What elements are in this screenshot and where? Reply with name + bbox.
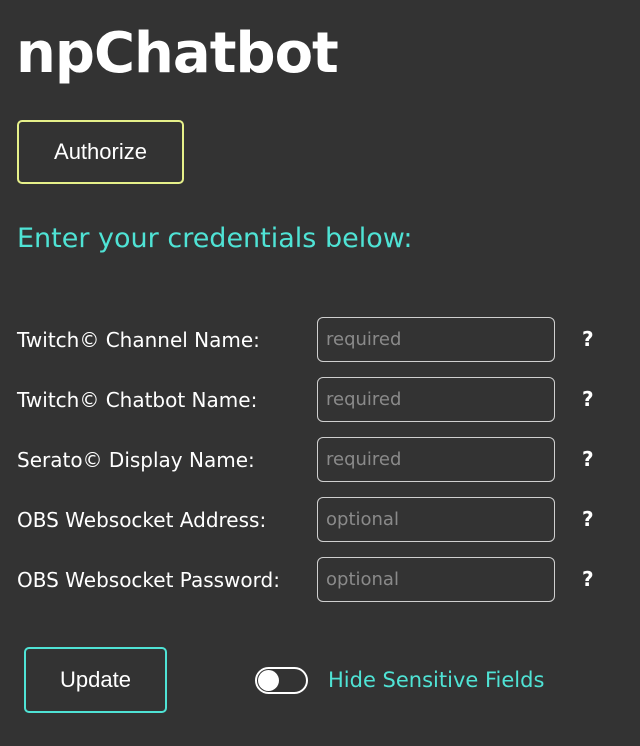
hide-sensitive-fields-toggle[interactable]: [255, 667, 308, 694]
obs-websocket-address-input[interactable]: [317, 497, 555, 542]
update-button[interactable]: Update: [24, 647, 167, 713]
serato-display-name-label: Serato© Display Name:: [17, 448, 255, 472]
twitch-channel-name-label: Twitch© Channel Name:: [17, 328, 260, 352]
obs-websocket-password-help-icon[interactable]: ?: [582, 567, 594, 591]
authorize-button[interactable]: Authorize: [17, 120, 184, 184]
obs-websocket-password-input[interactable]: [317, 557, 555, 602]
twitch-chatbot-name-input[interactable]: [317, 377, 555, 422]
twitch-chatbot-name-help-icon[interactable]: ?: [582, 387, 594, 411]
twitch-channel-name-input[interactable]: [317, 317, 555, 362]
obs-websocket-address-help-icon[interactable]: ?: [582, 507, 594, 531]
serato-display-name-input[interactable]: [317, 437, 555, 482]
toggle-knob: [258, 670, 279, 691]
app-title: npChatbot: [16, 21, 339, 86]
twitch-chatbot-name-label: Twitch© Chatbot Name:: [17, 388, 258, 412]
twitch-channel-name-help-icon[interactable]: ?: [582, 327, 594, 351]
obs-websocket-address-label: OBS Websocket Address:: [17, 508, 267, 532]
credentials-heading: Enter your credentials below:: [17, 223, 413, 254]
hide-sensitive-fields-label[interactable]: Hide Sensitive Fields: [328, 666, 544, 694]
serato-display-name-help-icon[interactable]: ?: [582, 447, 594, 471]
obs-websocket-password-label: OBS Websocket Password:: [17, 568, 280, 592]
